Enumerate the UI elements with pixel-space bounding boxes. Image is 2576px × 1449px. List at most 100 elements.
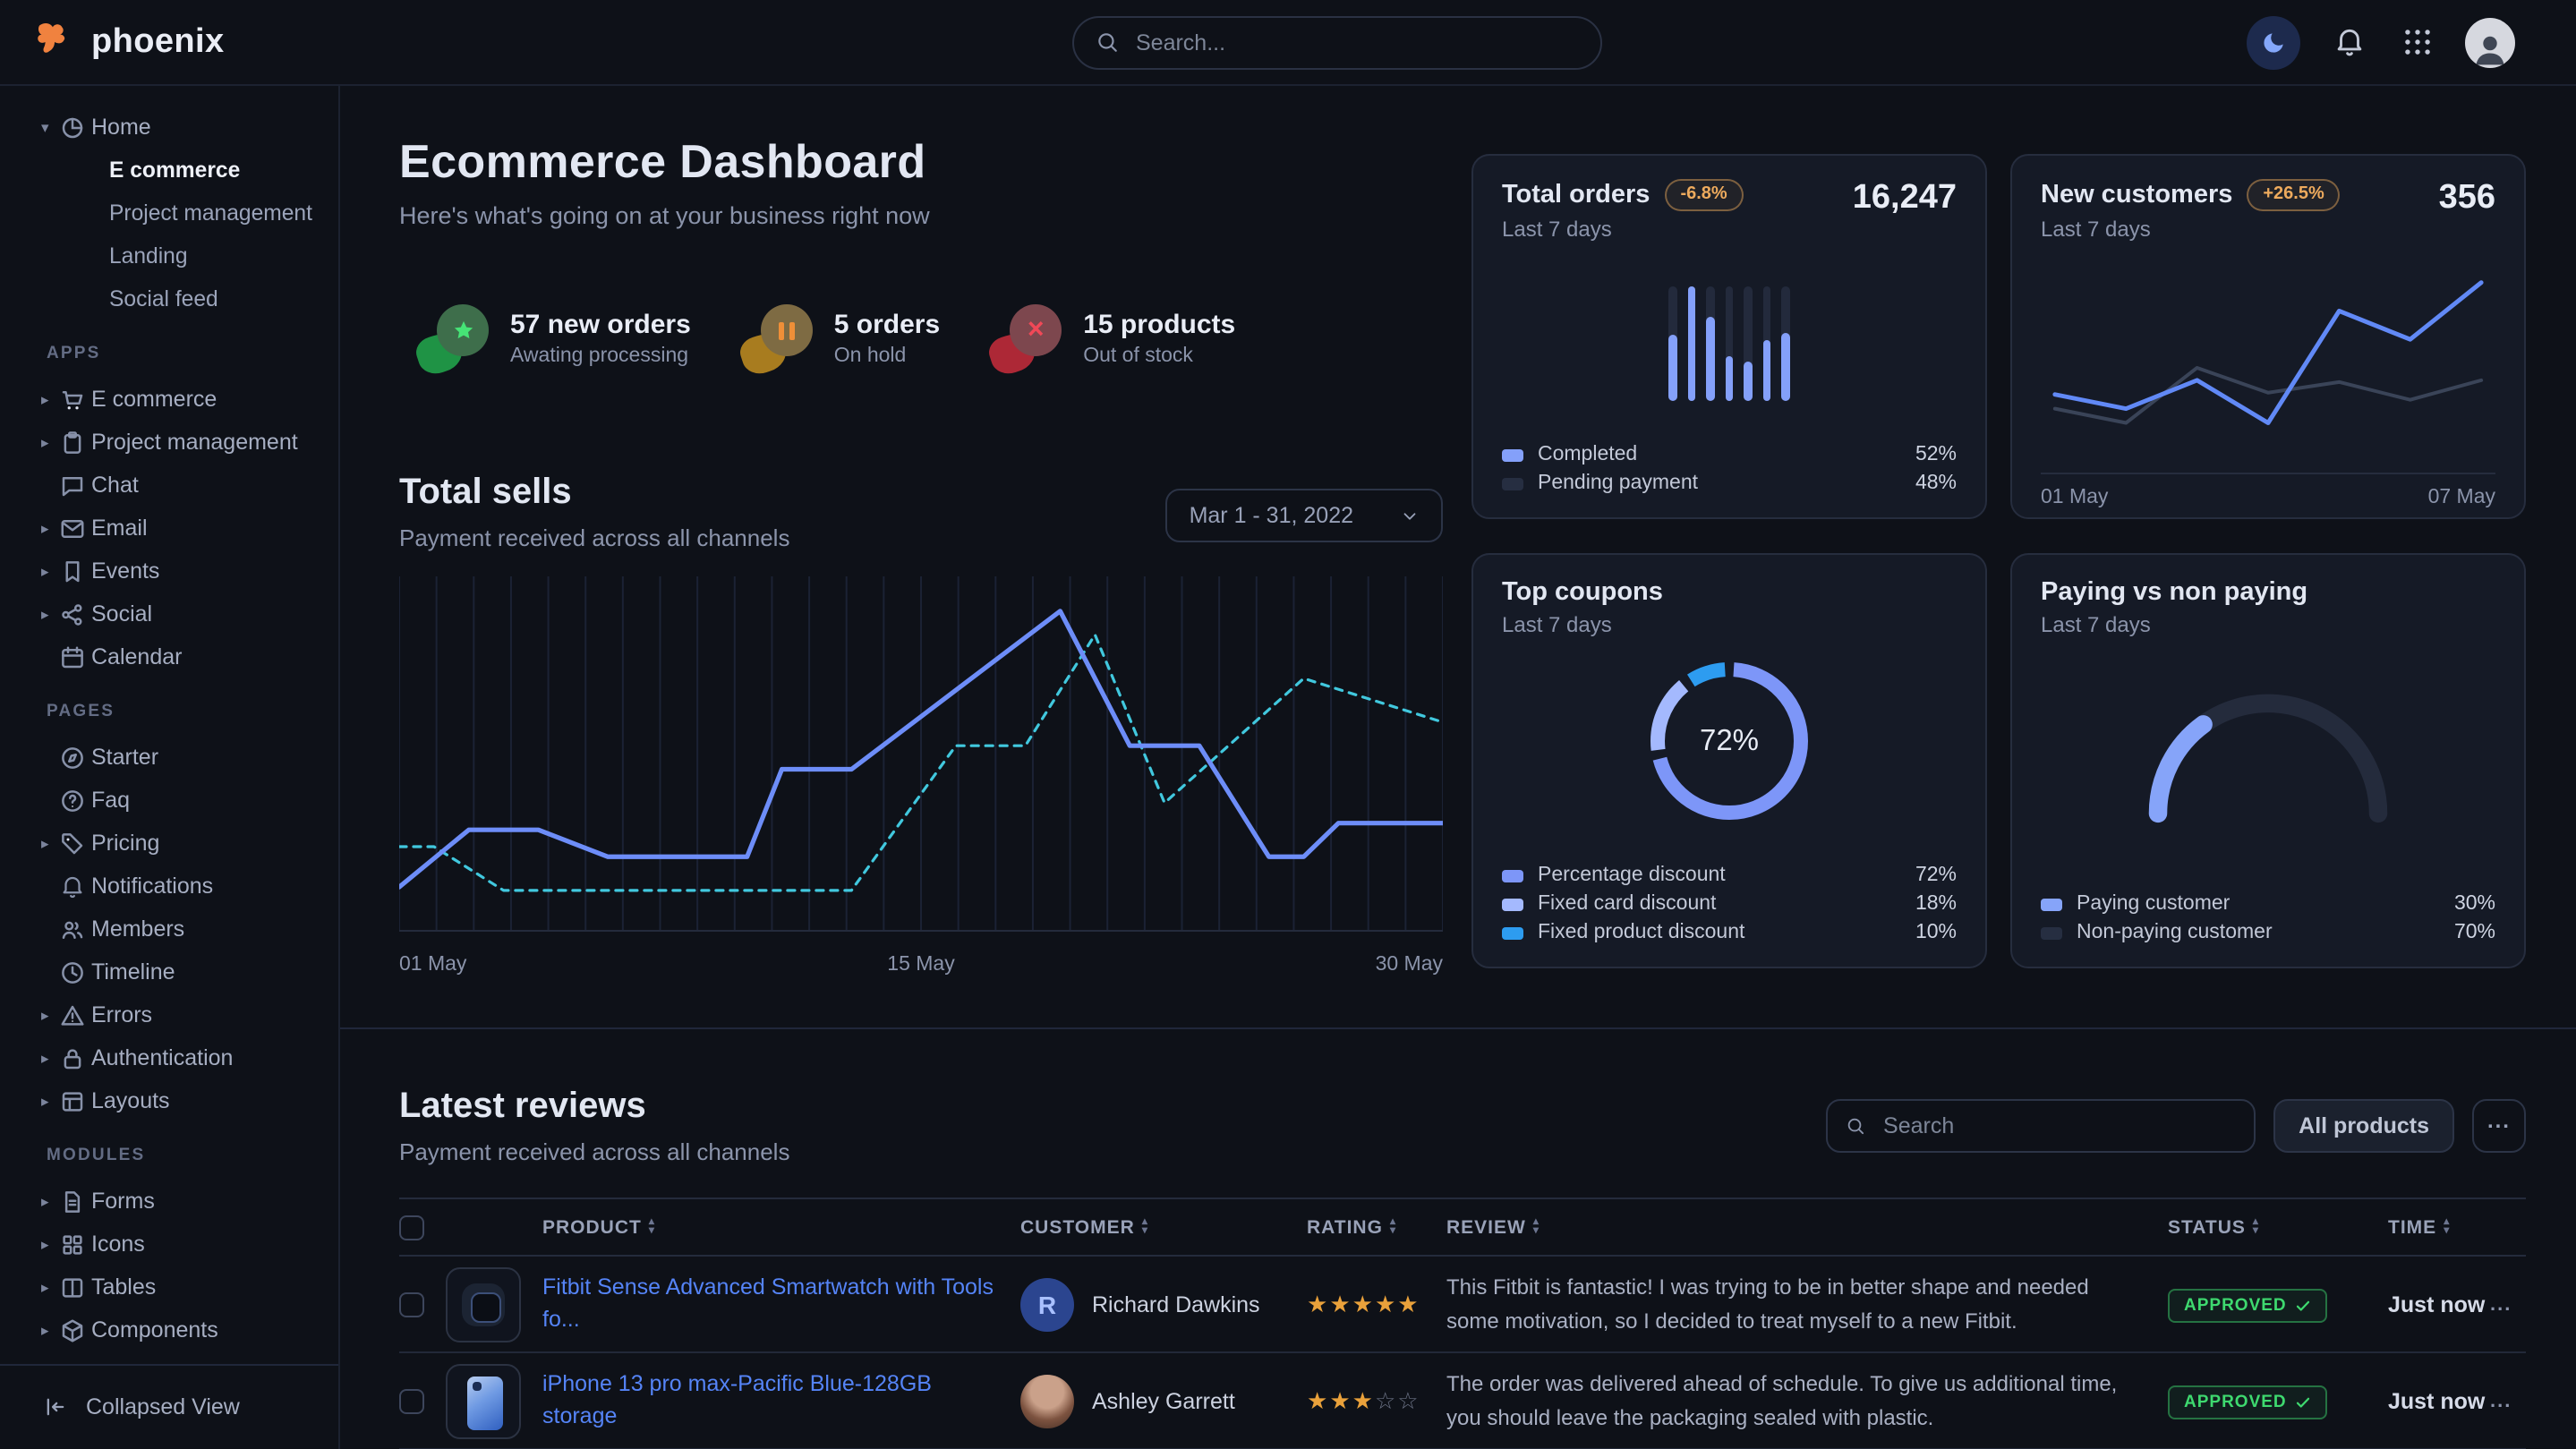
brand-name: phoenix xyxy=(91,22,225,62)
notifications-button[interactable] xyxy=(2329,22,2368,62)
sidebar-item-authentication[interactable]: ▸Authentication xyxy=(0,1036,338,1079)
stat-text: 15 productsOut of stock xyxy=(1083,310,1235,367)
collapse-view-label: Collapsed View xyxy=(86,1394,240,1419)
total-orders-card: Total orders -6.8% Last 7 days 16,247 Co… xyxy=(1471,154,1987,519)
row-more-button[interactable]: ... xyxy=(2490,1390,2526,1411)
order-bar xyxy=(1726,286,1734,400)
sidebar-item-label: Components xyxy=(91,1317,218,1342)
stat-value: 15 products xyxy=(1083,310,1235,340)
caret-icon: ▸ xyxy=(41,1191,59,1211)
stat-circle: × xyxy=(1010,304,1062,356)
sidebar-item-label: Chat xyxy=(91,473,139,498)
brand-logo[interactable]: phoenix xyxy=(32,20,225,64)
date-range-value: Mar 1 - 31, 2022 xyxy=(1190,503,1353,528)
column-header-product[interactable]: PRODUCT▴▾ xyxy=(542,1216,1020,1238)
sidebar-item-notifications[interactable]: Notifications xyxy=(0,865,338,908)
stat-circle xyxy=(437,304,489,356)
sidebar-item-components[interactable]: ▸Components xyxy=(0,1308,338,1351)
page-subtitle: Here's what's going on at your business … xyxy=(399,202,1443,229)
card-period: Last 7 days xyxy=(2041,612,2307,637)
star-icon: ★ xyxy=(1329,1290,1352,1317)
coupons-legend: Percentage discount72%Fixed card discoun… xyxy=(1502,865,1957,943)
sidebar-item-errors[interactable]: ▸Errors xyxy=(0,993,338,1036)
column-header-label: PRODUCT xyxy=(542,1216,642,1238)
star-icon: ★ xyxy=(1307,1386,1329,1413)
sidebar-item-faq[interactable]: Faq xyxy=(0,779,338,822)
share-icon xyxy=(59,601,86,627)
search-input[interactable] xyxy=(1132,28,1578,56)
sidebar-item-members[interactable]: Members xyxy=(0,908,338,950)
customer-avatar: R xyxy=(1020,1277,1074,1331)
sidebar-item-pricing[interactable]: ▸Pricing xyxy=(0,822,338,865)
card-title: New customers xyxy=(2041,181,2232,209)
clock-icon xyxy=(59,959,86,985)
sort-icon: ▴▾ xyxy=(1142,1219,1148,1235)
date-range-select[interactable]: Mar 1 - 31, 2022 xyxy=(1166,489,1443,542)
sidebar-item-social[interactable]: ▸Social xyxy=(0,592,338,635)
sidebar-item-calendar[interactable]: Calendar xyxy=(0,635,338,678)
sidebar-item-layouts[interactable]: ▸Layouts xyxy=(0,1079,338,1122)
trend-badge: +26.5% xyxy=(2247,179,2340,211)
sidebar-subitem-social-feed[interactable]: Social feed xyxy=(0,277,338,320)
column-header-label: RATING xyxy=(1307,1216,1383,1238)
column-header-customer[interactable]: CUSTOMER▴▾ xyxy=(1020,1216,1307,1238)
sidebar-item-timeline[interactable]: Timeline xyxy=(0,950,338,993)
column-header-status[interactable]: STATUS▴▾ xyxy=(2168,1216,2388,1238)
reviews-search[interactable] xyxy=(1826,1099,2256,1153)
sidebar-item-label: Calendar xyxy=(91,644,182,669)
legend-value: 30% xyxy=(2454,893,2495,915)
sidebar-item-e-commerce[interactable]: ▸E commerce xyxy=(0,378,338,421)
legend-value: 72% xyxy=(1915,865,1957,886)
theme-toggle-button[interactable] xyxy=(2247,15,2300,69)
user-avatar[interactable] xyxy=(2465,17,2515,67)
sidebar-subitem-project-management[interactable]: Project management xyxy=(0,192,338,234)
sidebar-item-starter[interactable]: Starter xyxy=(0,736,338,779)
reviews-search-input[interactable] xyxy=(1880,1112,2236,1140)
collapse-view-button[interactable]: Collapsed View xyxy=(0,1363,338,1449)
legend-label: Completed xyxy=(1538,444,1637,465)
axis-tick: 30 May xyxy=(1376,954,1443,976)
sidebar-item-home[interactable]: ▾Home xyxy=(0,106,338,149)
legend-swatch xyxy=(1502,448,1523,461)
reviews-header-row: PRODUCT▴▾CUSTOMER▴▾RATING▴▾REVIEW▴▾STATU… xyxy=(399,1198,2526,1257)
column-header-time[interactable]: TIME▴▾ xyxy=(2388,1216,2490,1238)
bar-fill xyxy=(1688,286,1696,400)
all-products-button[interactable]: All products xyxy=(2273,1099,2454,1153)
check-icon xyxy=(2296,1394,2312,1410)
bar-fill xyxy=(1669,335,1677,400)
apps-menu-button[interactable] xyxy=(2397,22,2436,62)
product-link[interactable]: Fitbit Sense Advanced Smartwatch with To… xyxy=(542,1273,1020,1335)
sidebar-subitem-e-commerce[interactable]: E commerce xyxy=(0,149,338,192)
lock-icon xyxy=(59,1044,86,1071)
warning-icon xyxy=(59,1002,86,1028)
column-header-review[interactable]: REVIEW▴▾ xyxy=(1446,1216,2168,1238)
sidebar-item-label: Members xyxy=(91,916,184,942)
phoenix-logo-icon xyxy=(32,20,77,64)
column-header-label: REVIEW xyxy=(1446,1216,1526,1238)
row-more-button[interactable]: ... xyxy=(2490,1293,2526,1315)
sidebar-item-project-management[interactable]: ▸Project management xyxy=(0,421,338,464)
total-sells-x-axis: 01 May15 May30 May xyxy=(399,954,1443,976)
product-link[interactable]: iPhone 13 pro max-Pacific Blue-128GB sto… xyxy=(542,1369,1020,1432)
sidebar-item-forms[interactable]: ▸ Forms xyxy=(0,1180,338,1223)
paying-legend: Paying customer30%Non-paying customer70% xyxy=(2041,893,2495,943)
sidebar-item-icons[interactable]: ▸Icons xyxy=(0,1223,338,1266)
select-all-checkbox[interactable] xyxy=(399,1215,424,1240)
global-search[interactable] xyxy=(1071,15,1601,69)
sort-icon: ▴▾ xyxy=(2253,1219,2259,1235)
row-checkbox[interactable] xyxy=(399,1291,424,1317)
caret-icon: ▸ xyxy=(41,432,59,452)
reviews-more-button[interactable]: ... xyxy=(2472,1099,2526,1153)
sidebar-subitem-landing[interactable]: Landing xyxy=(0,234,338,277)
sidebar-item-events[interactable]: ▸Events xyxy=(0,550,338,592)
sidebar-item-email[interactable]: ▸Email xyxy=(0,507,338,550)
axis-tick: 07 May xyxy=(2428,487,2495,508)
row-checkbox[interactable] xyxy=(399,1388,424,1413)
column-header-rating[interactable]: RATING▴▾ xyxy=(1307,1216,1446,1238)
sidebar-item-label: Icons xyxy=(91,1232,145,1257)
review-text: The order was delivered ahead of schedul… xyxy=(1446,1368,2168,1434)
sidebar-item-chat[interactable]: Chat xyxy=(0,464,338,507)
sidebar-item-tables[interactable]: ▸Tables xyxy=(0,1266,338,1308)
sidebar-item-label: Forms xyxy=(91,1189,155,1214)
axis-tick: 15 May xyxy=(887,954,954,976)
